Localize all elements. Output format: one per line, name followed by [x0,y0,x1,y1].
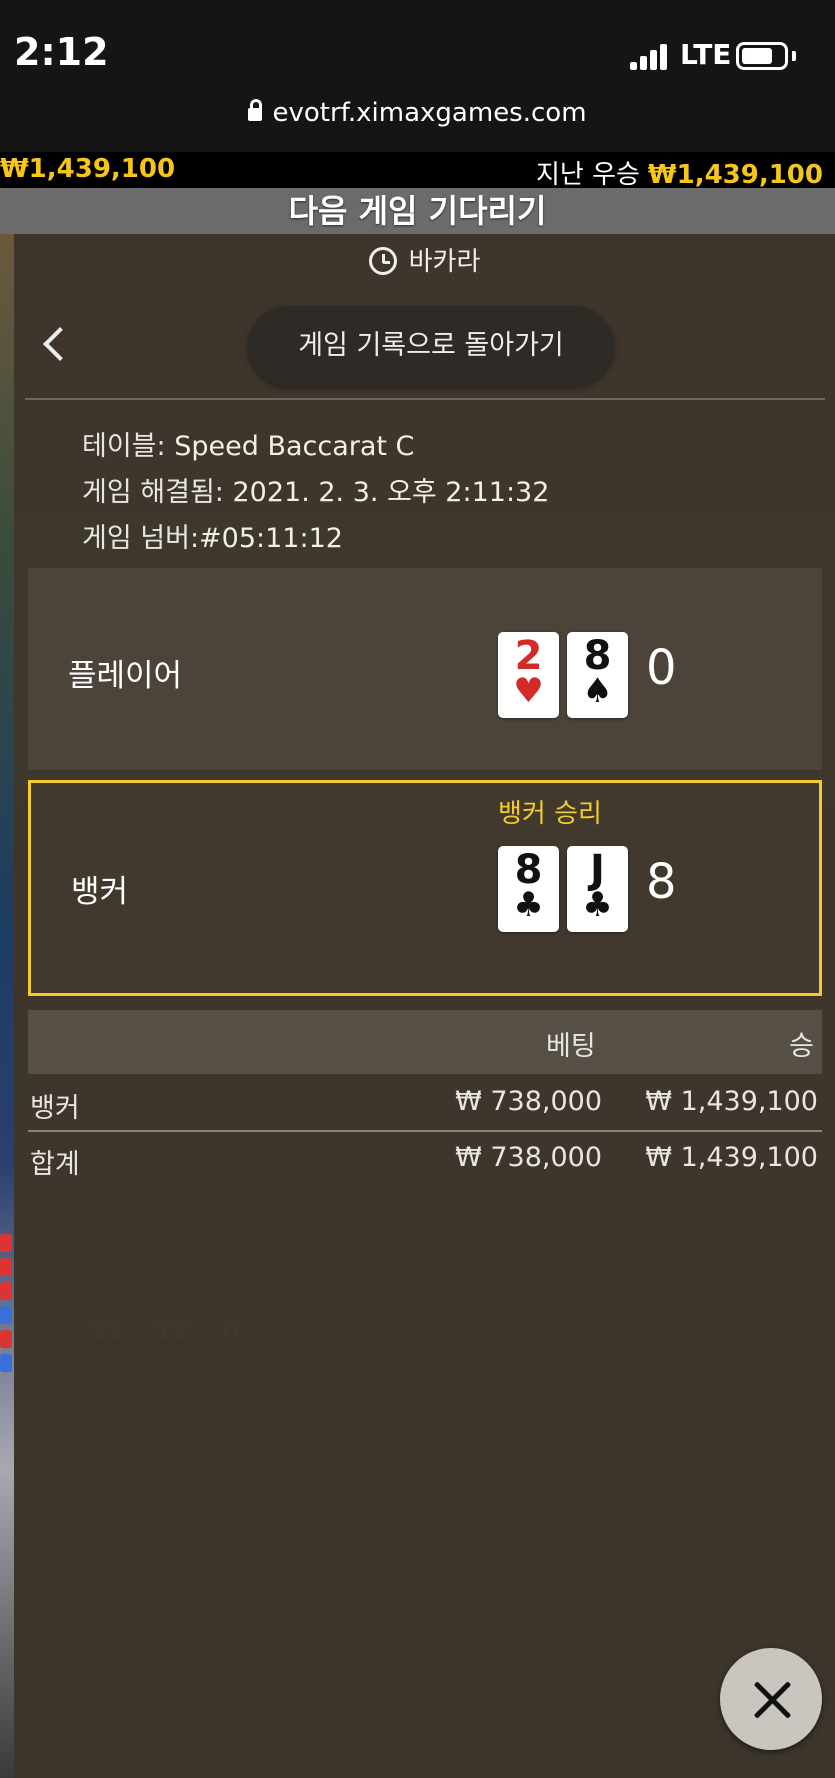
left-edge-strip [0,234,14,1778]
win-column-header: 승 [789,1031,814,1062]
resolved-info: 게임 해결됨: 2021. 2. 3. 오후 2:11:32 [82,470,549,509]
banker-score: 8 [646,854,677,910]
banker-card-2: J ♣ [567,846,628,932]
player-card-1: 2 ♥ [498,632,559,718]
resolved-value: 2021. 2. 3. 오후 2:11:32 [232,477,550,508]
table-label: 테이블: [82,431,166,462]
strip-marker [0,1258,12,1276]
jackpot-bar: ₩1,439,100 지난 우승 ₩1,439,100 [0,152,835,191]
strip-marker [0,1234,12,1252]
strip-marker [0,1330,12,1348]
url-bar[interactable]: evotrf.ximaxgames.com [0,98,835,128]
club-icon: ♣ [582,885,613,925]
row-name: 뱅커 [30,1093,80,1124]
table-info: 테이블: Speed Baccarat C [82,424,414,463]
row-bet: ₩ 738,000 [455,1142,602,1173]
last-win-amount: ₩1,439,100 [647,160,823,190]
panel-title: 바카라 [408,247,481,277]
panel-header: 바카라 [14,234,835,290]
status-time: 2:12 [14,30,109,74]
close-icon[interactable] [720,1648,822,1750]
row-name: 합계 [30,1149,80,1180]
strip-marker [0,1354,12,1372]
history-icon [368,246,397,275]
player-label: 플레이어 [68,658,183,694]
heart-icon: ♥ [513,671,544,711]
jackpot-amount: ₩1,439,100 [0,154,176,184]
battery-icon [736,42,788,70]
row-win: ₩ 1,439,100 [645,1086,818,1117]
table-value: Speed Baccarat C [174,431,415,462]
bet-table: 베팅 승 뱅커 ₩ 738,000 ₩ 1,439,100 합계 ₩ 738,0… [28,1010,822,1188]
url-text: evotrf.ximaxgames.com [272,98,587,128]
game-history-panel: 바카라 게임 기록으로 돌아가기 테이블: Speed Baccarat C 게… [14,234,835,1778]
strip-marker [0,1282,12,1300]
last-win: 지난 우승 ₩1,439,100 [536,154,823,191]
last-win-label: 지난 우승 [535,160,640,190]
player-card-2: 8 ♠ [567,632,628,718]
banker-win-label: 뱅커 승리 [498,799,602,829]
banker-card-1: 8 ♣ [498,846,559,932]
table-row: 뱅커 ₩ 738,000 ₩ 1,439,100 [28,1074,822,1130]
banker-label: 뱅커 [71,874,129,910]
player-result: 플레이어 2 ♥ 8 ♠ 0 [28,568,822,770]
strip-marker [0,1306,12,1324]
back-to-history-button[interactable]: 게임 기록으로 돌아가기 [248,306,614,386]
game-number-label: 게임 넘버: [82,523,200,554]
waiting-banner: 다음 게임 기다리기 [0,188,835,234]
banker-result: 뱅커 승리 뱅커 8 ♣ J ♣ 8 [28,780,822,996]
bet-column-header: 베팅 [546,1031,596,1062]
game-number-info: 게임 넘버:#05:11:12 [82,516,343,555]
player-score: 0 [646,640,677,696]
screen: 2:12 LTE evotrf.ximaxgames.com ₩1,439,10… [0,0,835,1778]
spade-icon: ♠ [582,671,613,711]
game-number-value: #05:11:12 [199,523,343,554]
row-bet: ₩ 738,000 [455,1086,602,1117]
battery-tip [792,51,796,61]
resolved-label: 게임 해결됨: [82,477,224,508]
divider [25,398,825,400]
status-bar: 2:12 LTE evotrf.ximaxgames.com [0,0,835,152]
club-icon: ♣ [513,885,544,925]
table-row: 합계 ₩ 738,000 ₩ 1,439,100 [28,1132,822,1188]
lock-icon [248,99,263,121]
bet-table-header: 베팅 승 [28,1010,822,1074]
network-label: LTE [680,38,732,71]
signal-icon [630,42,672,70]
row-win: ₩ 1,439,100 [645,1142,818,1173]
chevron-left-icon[interactable] [43,327,77,361]
